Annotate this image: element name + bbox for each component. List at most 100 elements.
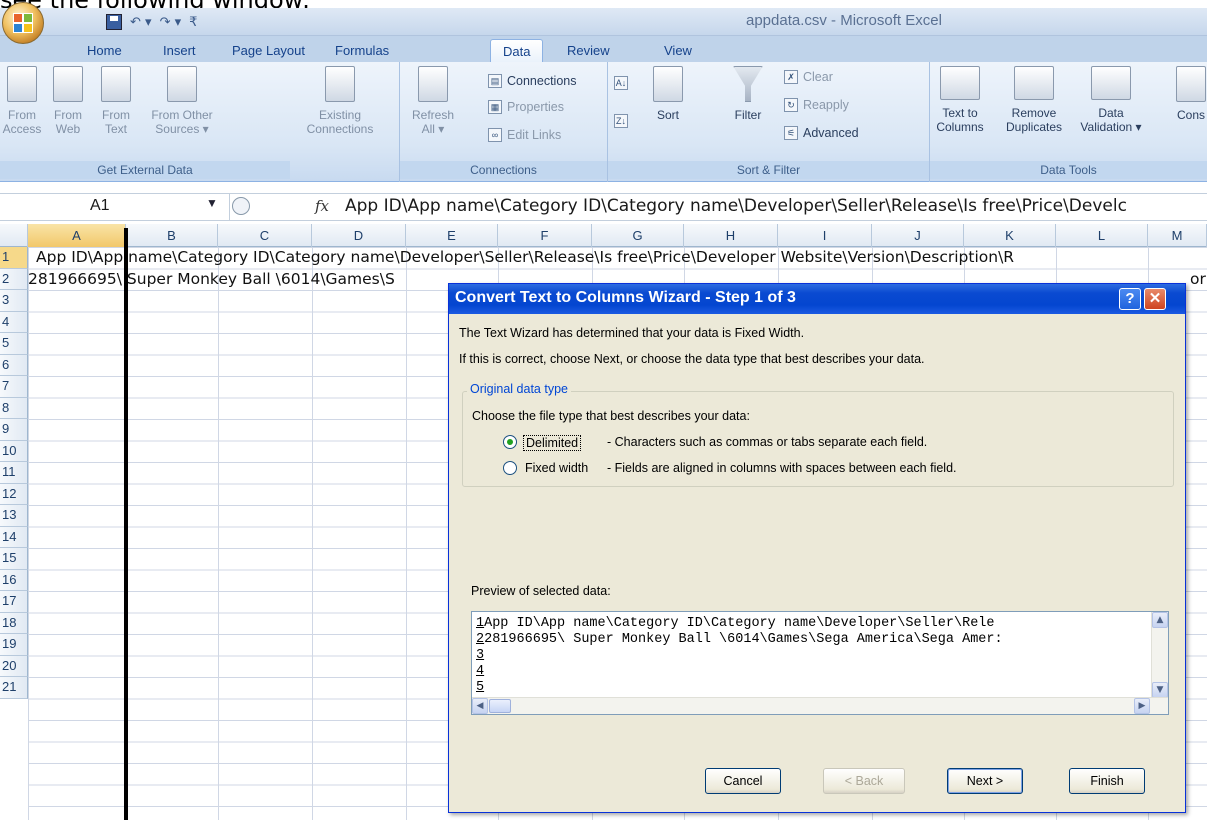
row-header[interactable]: 5 bbox=[0, 333, 28, 355]
group-get-external-data: From Access From Web From Text From Othe… bbox=[0, 62, 400, 182]
column-header[interactable]: H bbox=[684, 224, 778, 247]
filter-button[interactable]: Filter bbox=[728, 66, 768, 122]
properties-button[interactable]: ▦ Properties bbox=[488, 100, 564, 114]
refresh-all-button[interactable]: Refresh All ▾ bbox=[408, 66, 458, 136]
row-header[interactable]: 7 bbox=[0, 376, 28, 398]
column-header[interactable]: K bbox=[964, 224, 1056, 247]
column-header[interactable]: E bbox=[406, 224, 498, 247]
column-header[interactable]: G bbox=[592, 224, 684, 247]
row-header[interactable]: 12 bbox=[0, 483, 28, 505]
chevron-down-icon[interactable]: ▼ bbox=[206, 196, 218, 210]
from-other-sources-button[interactable]: From Other Sources ▾ bbox=[142, 66, 222, 136]
clear-filter-button[interactable]: ✗ Clear bbox=[784, 70, 833, 84]
row-header[interactable]: 1 bbox=[0, 247, 28, 269]
next-button[interactable]: Next > bbox=[947, 768, 1023, 794]
from-access-button[interactable]: From Access bbox=[2, 66, 42, 136]
tab-review[interactable]: Review bbox=[567, 39, 610, 62]
row-header[interactable]: 10 bbox=[0, 440, 28, 462]
row-header[interactable]: 6 bbox=[0, 354, 28, 376]
scroll-left-icon[interactable]: ◀ bbox=[472, 698, 488, 714]
scroll-down-icon[interactable]: ▼ bbox=[1152, 682, 1168, 698]
row-header[interactable]: 9 bbox=[0, 419, 28, 441]
column-header[interactable]: I bbox=[778, 224, 872, 247]
preview-vertical-scrollbar[interactable]: ▲ ▼ bbox=[1151, 612, 1168, 698]
row-header[interactable]: 18 bbox=[0, 612, 28, 634]
tab-view[interactable]: View bbox=[664, 39, 692, 62]
formula-content[interactable]: App ID\App name\Category ID\Category nam… bbox=[345, 196, 1127, 216]
dialog-title-bar[interactable]: Convert Text to Columns Wizard - Step 1 … bbox=[449, 284, 1185, 314]
column-header[interactable]: L bbox=[1056, 224, 1148, 247]
cancel-button[interactable]: Cancel bbox=[705, 768, 781, 794]
web-icon bbox=[53, 66, 83, 102]
select-all-corner[interactable] bbox=[0, 224, 28, 247]
row-header[interactable]: 20 bbox=[0, 655, 28, 677]
scroll-up-icon[interactable]: ▲ bbox=[1152, 612, 1168, 628]
existing-connections-icon bbox=[325, 66, 355, 102]
connections-button[interactable]: ▤ Connections bbox=[488, 74, 577, 88]
scroll-thumb[interactable] bbox=[489, 699, 511, 713]
row-header[interactable]: 17 bbox=[0, 591, 28, 613]
remove-duplicates-button[interactable]: Remove Duplicates bbox=[996, 66, 1072, 134]
group-sort-filter: A↓ Z↓ Sort Filter ✗ Clear ↻ Reapply ⚟ Ad… bbox=[608, 62, 930, 182]
column-header[interactable]: D bbox=[312, 224, 406, 247]
from-text-button[interactable]: From Text bbox=[96, 66, 136, 136]
row-header[interactable]: 2 bbox=[0, 268, 28, 290]
cell-a2[interactable]: 281966695\ Super Monkey Ball \6014\Games… bbox=[28, 270, 395, 288]
row-header[interactable]: 3 bbox=[0, 290, 28, 312]
finish-button[interactable]: Finish bbox=[1069, 768, 1145, 794]
save-icon[interactable] bbox=[106, 14, 122, 30]
column-header[interactable]: J bbox=[872, 224, 964, 247]
close-icon[interactable]: ✕ bbox=[1144, 288, 1166, 310]
name-box[interactable]: A1 ▼ bbox=[0, 194, 230, 220]
tab-data[interactable]: Data bbox=[490, 39, 544, 62]
tab-page-layout[interactable]: Page Layout bbox=[232, 39, 305, 62]
text-to-columns-button[interactable]: Text to Columns bbox=[920, 66, 1000, 134]
cell-a1[interactable]: App ID\App name\Category ID\Category nam… bbox=[36, 248, 1014, 266]
row-header[interactable]: 21 bbox=[0, 677, 28, 699]
data-preview-box[interactable]: 1App ID\App name\Category ID\Category na… bbox=[471, 611, 1169, 715]
edit-links-button[interactable]: ∞ Edit Links bbox=[488, 128, 561, 142]
row-header[interactable]: 13 bbox=[0, 505, 28, 527]
tab-insert[interactable]: Insert bbox=[163, 39, 196, 62]
row-header[interactable]: 16 bbox=[0, 569, 28, 591]
office-logo-icon bbox=[13, 13, 33, 33]
redo-button[interactable]: ↷ ▾ bbox=[160, 15, 182, 30]
consolidate-button[interactable]: Cons bbox=[1166, 66, 1207, 122]
customize-qat-button[interactable]: ₹ bbox=[189, 15, 197, 30]
fixed-width-radio-label[interactable]: Fixed width bbox=[525, 461, 588, 475]
column-header[interactable]: F bbox=[498, 224, 592, 247]
scroll-right-icon[interactable]: ▶ bbox=[1134, 698, 1150, 714]
help-icon[interactable]: ? bbox=[1119, 288, 1141, 310]
office-button[interactable] bbox=[2, 2, 44, 44]
preview-horizontal-scrollbar[interactable]: ◀ ▶ bbox=[472, 697, 1168, 714]
sort-button[interactable]: Sort bbox=[644, 66, 692, 122]
back-button[interactable]: < Back bbox=[823, 768, 905, 794]
insert-function-icon[interactable]: fx bbox=[315, 197, 329, 215]
delimited-radio-label[interactable]: Delimited bbox=[523, 435, 582, 451]
clear-filter-icon: ✗ bbox=[784, 70, 798, 84]
tab-formulas[interactable]: Formulas bbox=[335, 39, 389, 62]
reapply-button[interactable]: ↻ Reapply bbox=[784, 98, 849, 112]
existing-connections-button[interactable]: Existing Connections bbox=[290, 66, 390, 136]
fixed-width-radio[interactable] bbox=[503, 461, 517, 475]
row-header[interactable]: 19 bbox=[0, 634, 28, 656]
delimited-radio[interactable] bbox=[503, 435, 517, 449]
column-header[interactable]: B bbox=[126, 224, 218, 247]
sort-a-z-button[interactable]: A↓ bbox=[614, 76, 628, 90]
formula-bar-handle[interactable] bbox=[232, 197, 250, 215]
row-header[interactable]: 8 bbox=[0, 397, 28, 419]
tab-home[interactable]: Home bbox=[87, 39, 122, 62]
advanced-filter-button[interactable]: ⚟ Advanced bbox=[784, 126, 859, 140]
data-validation-button[interactable]: Data Validation ▾ bbox=[1072, 66, 1150, 134]
row-header[interactable]: 11 bbox=[0, 462, 28, 484]
column-header[interactable]: A bbox=[28, 224, 126, 247]
undo-button[interactable]: ↶ ▾ bbox=[130, 15, 152, 30]
sort-z-a-button[interactable]: Z↓ bbox=[614, 114, 628, 128]
row-header[interactable]: 14 bbox=[0, 526, 28, 548]
column-header[interactable]: M bbox=[1148, 224, 1207, 247]
from-web-button[interactable]: From Web bbox=[48, 66, 88, 136]
row-header[interactable]: 4 bbox=[0, 311, 28, 333]
cell-row2-overflow[interactable]: or bbox=[1190, 270, 1206, 288]
column-header[interactable]: C bbox=[218, 224, 312, 247]
row-header[interactable]: 15 bbox=[0, 548, 28, 570]
